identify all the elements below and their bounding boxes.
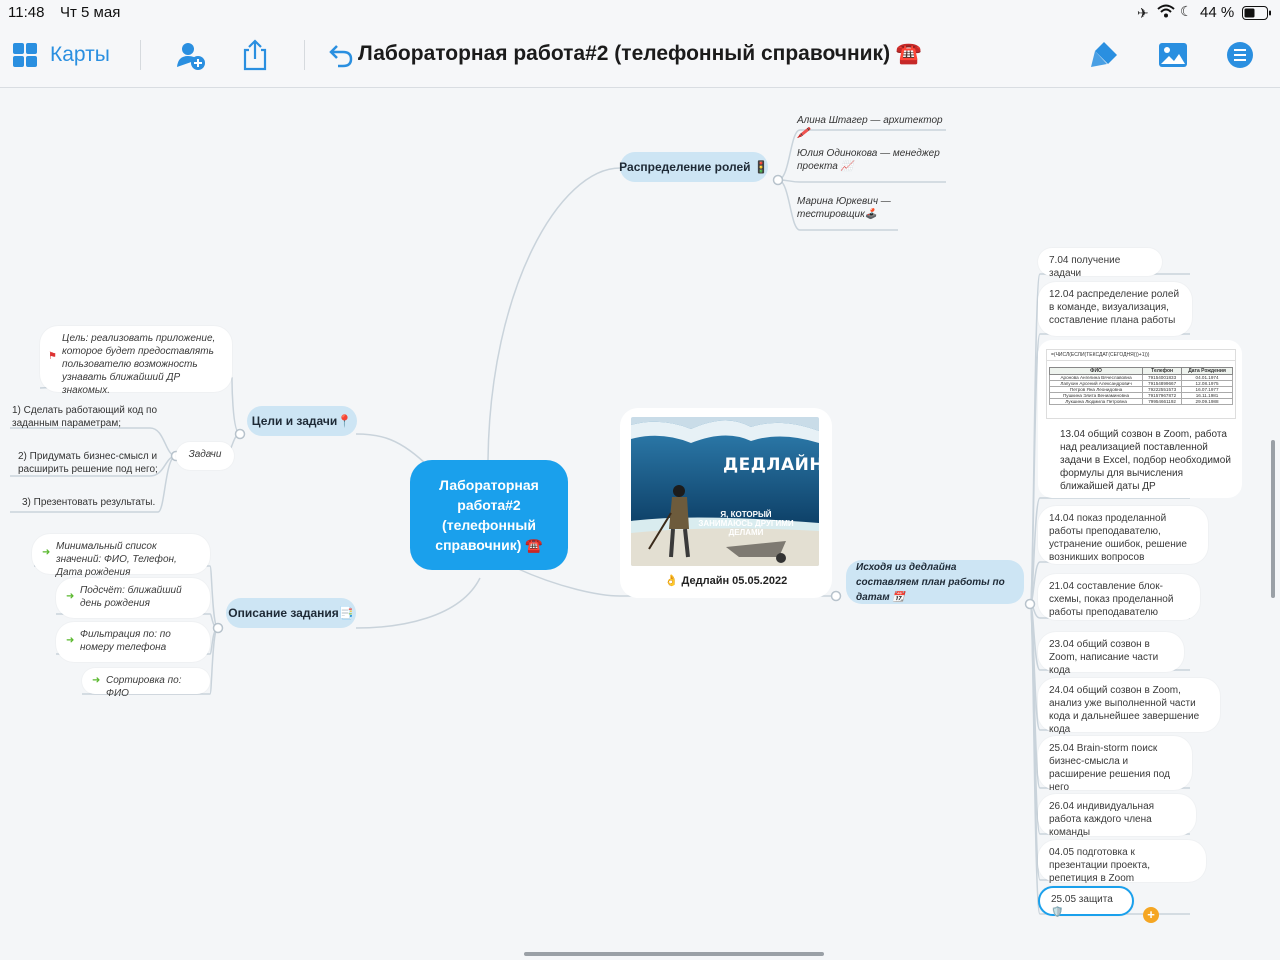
sheet-cell: Лапухин Арсений Александрович bbox=[1048, 380, 1144, 387]
sheet-cell: 79157967872 bbox=[1142, 392, 1183, 399]
description-text: Фильтрация по: по номеру телефона bbox=[80, 629, 171, 653]
status-bar: 11:48 Чт 5 мая ✈ ☾ 44 % bbox=[0, 0, 1280, 26]
plan-item[interactable]: 24.04 общий созвон в Zoom, анализ уже вы… bbox=[1038, 678, 1220, 735]
tasks-node[interactable]: Задачи bbox=[176, 442, 234, 470]
deadline-caption: 👌 Дедлайн 05.05.2022 bbox=[664, 575, 788, 587]
plan-item[interactable]: 04.05 подготовка к презентации проекта, … bbox=[1038, 840, 1206, 884]
add-node-button[interactable]: + bbox=[1143, 907, 1159, 923]
plan-item[interactable]: 7.04 получение задачи bbox=[1038, 248, 1162, 279]
plan-item[interactable]: 14.04 показ проделанной работы преподава… bbox=[1038, 506, 1208, 564]
task-item[interactable]: 1) Сделать работающий код по заданным па… bbox=[12, 404, 168, 430]
collapse-dot[interactable] bbox=[234, 428, 246, 440]
sheet-formula: =(ЧИСЛ(ЕСЛИ(ТЕКСДАТ(СЕГОДНЯ())+1))) bbox=[1047, 350, 1235, 361]
sheet-cell: 79222551573 bbox=[1142, 386, 1183, 393]
plan-item[interactable]: 26.04 индивидуальная работа каждого член… bbox=[1038, 794, 1196, 838]
description-item[interactable]: ➜ Фильтрация по: по номеру телефона bbox=[56, 622, 210, 662]
plan-item-with-spreadsheet[interactable]: =(ЧИСЛ(ЕСЛИ(ТЕКСДАТ(СЕГОДНЯ())+1))) ФИО Т… bbox=[1038, 340, 1242, 498]
sheet-cell: Пушкина Элита Вениаминовна bbox=[1048, 392, 1144, 399]
description-item[interactable]: ➜ Сортировка по: ФИО bbox=[82, 668, 210, 699]
sheet-row: Лукшина Людмила Петровна 79954661192 29.09… bbox=[1048, 398, 1233, 405]
green-arrow-icon: ➜ bbox=[66, 635, 75, 646]
document-title: Лабораторная работа#2 (телефонный справо… bbox=[358, 42, 923, 65]
plan-item-selected[interactable]: 25.05 защита🛡️ bbox=[1038, 886, 1134, 918]
goal-text: Цель: реализовать приложение, которое бу… bbox=[62, 333, 216, 396]
battery-icon bbox=[1242, 6, 1272, 25]
share-icon[interactable] bbox=[238, 38, 272, 72]
add-collaborator-icon[interactable] bbox=[174, 38, 208, 72]
goal-bubble[interactable]: ⚑ Цель: реализовать приложение, которое … bbox=[40, 326, 232, 396]
spreadsheet-image: =(ЧИСЛ(ЕСЛИ(ТЕКСДАТ(СЕГОДНЯ())+1))) ФИО Т… bbox=[1046, 349, 1236, 419]
sheet-header-cell: ФИО bbox=[1048, 367, 1144, 375]
plan-item[interactable]: 23.04 общий созвон в Zoom, написание час… bbox=[1038, 632, 1184, 676]
sheet-cell: 79154899667 bbox=[1142, 380, 1183, 387]
meme-bottom-text: Я, КОТОРЫЙ ЗАНИМАЮСЬ ДРУГИМИ ДЕЛАМИ bbox=[698, 510, 794, 537]
deadline-image-node[interactable]: ДЕДЛАЙН Я, КОТОРЫЙ ЗАНИМАЮСЬ ДРУГИМИ ДЕЛ… bbox=[620, 408, 832, 598]
sheet-header-cell: Телефон bbox=[1142, 367, 1183, 375]
role-item[interactable]: Алина Штагер — архитектор🖍️ bbox=[797, 114, 947, 140]
root-node[interactable]: Лабораторная работа#2 (телефонный справо… bbox=[410, 460, 568, 570]
meme-top-text: ДЕДЛАЙН bbox=[723, 455, 819, 475]
image-insert-icon[interactable] bbox=[1156, 38, 1190, 72]
maps-button[interactable]: Карты bbox=[50, 43, 110, 67]
role-item[interactable]: Марина Юркевич — тестировщик🕹️ bbox=[797, 195, 917, 221]
plan-item[interactable]: 21.04 составление блок-схемы, показ прод… bbox=[1038, 574, 1200, 620]
moon-icon: ☾ bbox=[1180, 3, 1193, 19]
description-item[interactable]: ➜ Подсчёт: ближайший день рождения bbox=[56, 578, 210, 618]
description-node[interactable]: Описание задания📑 bbox=[226, 598, 356, 628]
scrollbar[interactable] bbox=[1271, 440, 1275, 598]
description-item[interactable]: ➜ Минимальный список значений: ФИО, Теле… bbox=[32, 534, 210, 578]
collapse-dot[interactable] bbox=[212, 622, 224, 634]
sheet-cell: 79954661192 bbox=[1142, 398, 1183, 405]
maps-grid-icon[interactable] bbox=[8, 38, 42, 72]
red-flag-icon: ⚑ bbox=[49, 351, 57, 362]
sheet-cell: Аронова Ангелина Вячеславовна bbox=[1048, 374, 1144, 381]
green-arrow-icon: ➜ bbox=[42, 547, 51, 558]
status-time: 11:48 bbox=[8, 4, 45, 21]
plan-node[interactable]: Исходя из дедлайна составляем план работ… bbox=[846, 560, 1024, 604]
description-text: Подсчёт: ближайший день рождения bbox=[80, 585, 182, 609]
plan-item-text: 13.04 общий созвон в Zoom, работа над ре… bbox=[1060, 429, 1231, 492]
mindmap-canvas[interactable]: Лабораторная работа#2 (телефонный справо… bbox=[0, 88, 1280, 960]
task-item[interactable]: 3) Презентовать результаты. bbox=[22, 496, 172, 509]
green-arrow-icon: ➜ bbox=[66, 591, 75, 602]
plan-item[interactable]: 25.04 Brain-storm поиск бизнес-смысла и … bbox=[1038, 736, 1192, 793]
description-text: Минимальный список значений: ФИО, Телефо… bbox=[56, 541, 177, 578]
sheet-cell: Лукшина Людмила Петровна bbox=[1048, 398, 1144, 405]
style-brush-icon[interactable] bbox=[1087, 38, 1121, 72]
collapse-dot[interactable] bbox=[830, 590, 842, 602]
undo-icon[interactable] bbox=[324, 38, 358, 72]
home-indicator bbox=[524, 952, 824, 956]
roles-node[interactable]: Распределение ролей 🚦 bbox=[619, 152, 769, 182]
outline-menu-icon[interactable] bbox=[1223, 38, 1257, 72]
sheet-cell: 79154001833 bbox=[1142, 374, 1183, 381]
deadline-meme-image: ДЕДЛАЙН Я, КОТОРЫЙ ЗАНИМАЮСЬ ДРУГИМИ ДЕЛ… bbox=[631, 417, 819, 566]
sheet-header-cell: Дата Рождения bbox=[1181, 367, 1233, 375]
airplane-icon: ✈ bbox=[1137, 5, 1149, 21]
battery-percent: 44 % bbox=[1200, 4, 1235, 21]
green-arrow-icon: ➜ bbox=[92, 675, 101, 686]
sheet-cell: 29.09.1988 bbox=[1181, 398, 1233, 405]
wifi-icon bbox=[1157, 4, 1175, 23]
sheet-table: ФИО Телефон Дата Рождения Аронова Ангелина… bbox=[1048, 367, 1233, 405]
plan-item[interactable]: 12.04 распределение ролей в команде, виз… bbox=[1038, 282, 1192, 336]
role-item[interactable]: Юлия Одинокова — менеджер проекта 📈 bbox=[797, 147, 945, 173]
goals-node[interactable]: Цели и задачи📍 bbox=[247, 406, 357, 436]
collapse-dot[interactable] bbox=[1024, 598, 1036, 610]
status-date: Чт 5 мая bbox=[60, 4, 121, 21]
toolbar: Карты Лабораторная работа#2 (телефонный … bbox=[0, 26, 1280, 88]
collapse-dot[interactable] bbox=[772, 174, 784, 186]
task-item[interactable]: 2) Придумать бизнес-смысл и расширить ре… bbox=[18, 450, 168, 476]
